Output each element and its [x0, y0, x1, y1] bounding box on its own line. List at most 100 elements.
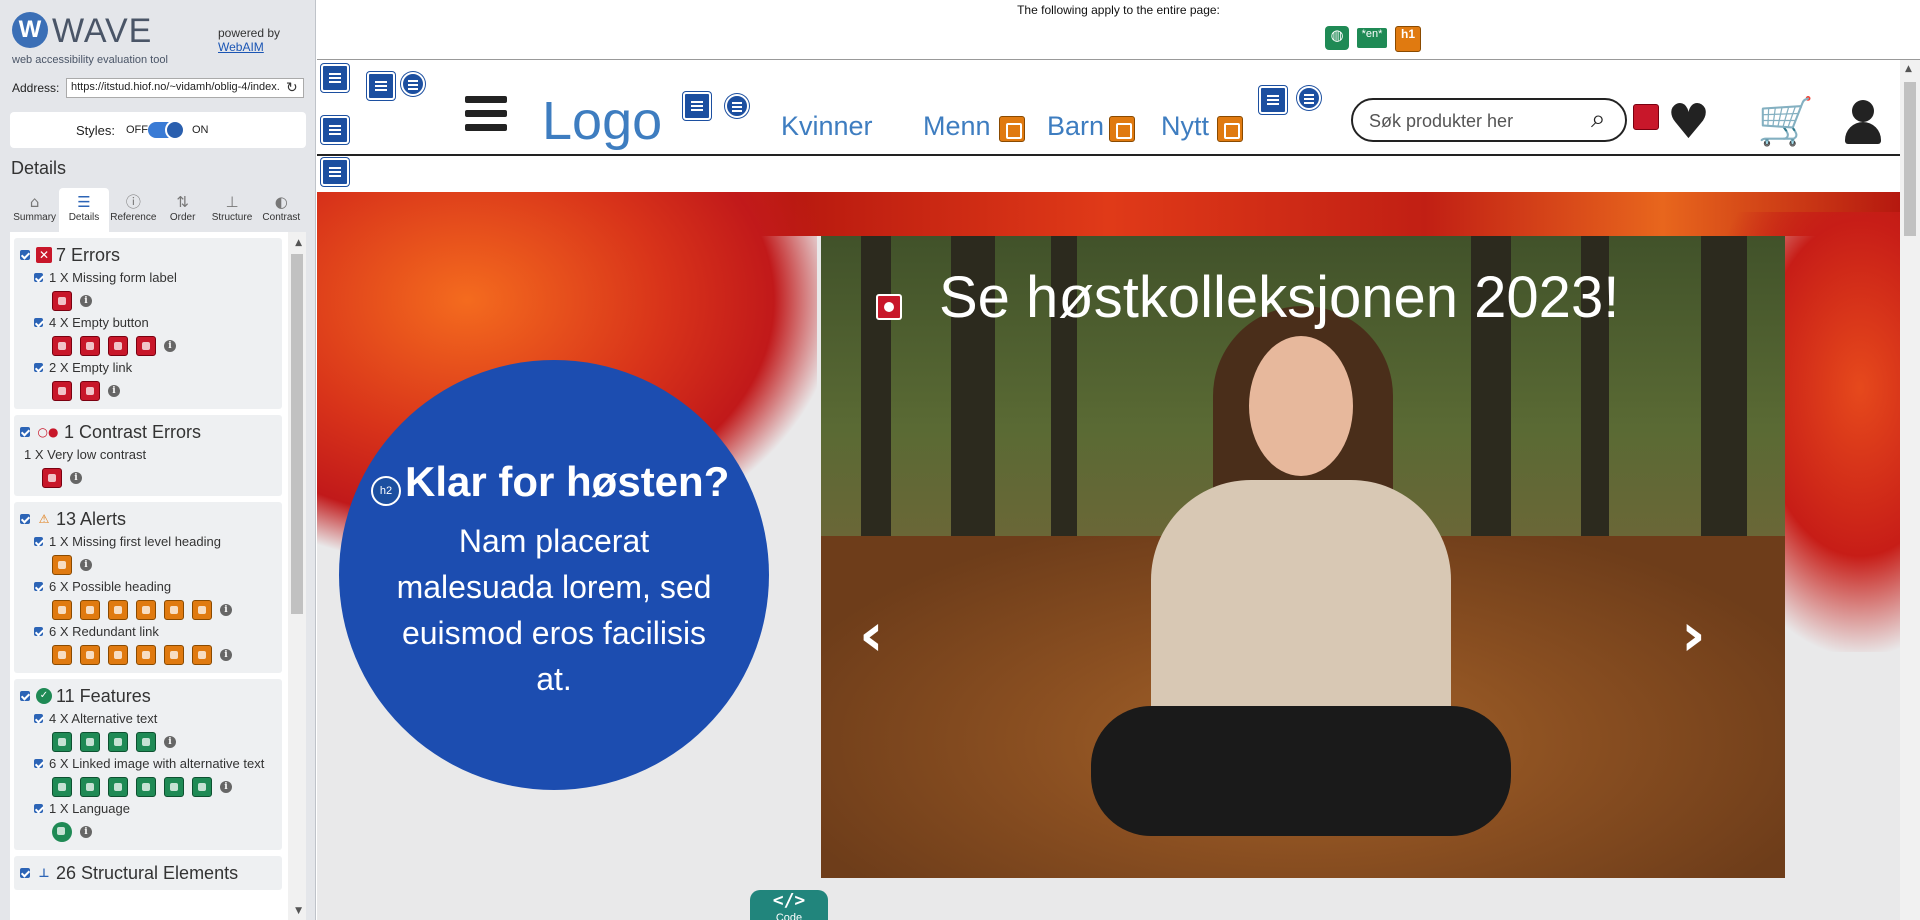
page-scrollbar[interactable]: ▲ — [1900, 60, 1920, 920]
search-input[interactable]: Søk produkter her — [1369, 111, 1513, 132]
header-region-icon[interactable] — [321, 64, 349, 92]
item-checkbox[interactable] — [34, 363, 43, 372]
category-checkbox[interactable] — [20, 514, 30, 524]
info-icon[interactable]: i — [70, 472, 82, 484]
missing-form-label-icon[interactable] — [1633, 104, 1659, 130]
list-icon[interactable] — [725, 94, 749, 118]
item-checkbox[interactable] — [34, 759, 43, 768]
possible-heading-icon[interactable] — [192, 600, 212, 620]
tab-details[interactable]: ☰ Details — [59, 188, 109, 232]
user-icon[interactable] — [1843, 100, 1883, 146]
scroll-down-icon[interactable]: ▼ — [295, 906, 302, 916]
category-checkbox[interactable] — [20, 427, 30, 437]
linked-image-alt-icon[interactable] — [108, 777, 128, 797]
missing-h1-icon[interactable] — [52, 555, 72, 575]
info-icon[interactable]: i — [164, 340, 176, 352]
linked-image-alt-icon[interactable] — [52, 777, 72, 797]
navigation-region-icon[interactable] — [321, 116, 349, 144]
navigation-region-icon[interactable] — [683, 92, 711, 120]
possible-heading-icon[interactable] — [108, 600, 128, 620]
redundant-link-icon[interactable] — [136, 645, 156, 665]
redundant-link-icon[interactable] — [1109, 116, 1135, 142]
language-badge[interactable]: *en* — [1357, 28, 1387, 48]
info-icon[interactable]: i — [108, 385, 120, 397]
alt-text-icon[interactable] — [136, 732, 156, 752]
language-globe-icon[interactable] — [52, 822, 72, 842]
navigation-region-icon[interactable] — [1259, 86, 1287, 114]
scroll-thumb[interactable] — [291, 254, 303, 614]
empty-button-icon[interactable] — [80, 336, 100, 356]
search-box[interactable]: Søk produkter her ⌕ — [1351, 98, 1627, 142]
panel-scrollbar[interactable]: ▲ ▼ — [288, 232, 306, 920]
info-icon[interactable]: i — [80, 295, 92, 307]
tab-order[interactable]: ⇅ Order — [158, 188, 207, 232]
very-low-contrast-icon[interactable] — [42, 468, 62, 488]
item-checkbox[interactable] — [34, 627, 43, 636]
empty-button-icon[interactable] — [108, 336, 128, 356]
info-icon[interactable]: i — [164, 736, 176, 748]
nav-link-barn[interactable]: Barn — [1047, 111, 1104, 142]
linked-image-alt-icon[interactable] — [192, 777, 212, 797]
info-icon[interactable]: i — [220, 649, 232, 661]
redundant-link-icon[interactable] — [108, 645, 128, 665]
list-icon[interactable] — [1297, 86, 1321, 110]
webaim-link[interactable]: WebAIM — [218, 40, 264, 54]
alt-text-icon[interactable] — [108, 732, 128, 752]
info-icon[interactable]: i — [220, 781, 232, 793]
category-checkbox[interactable] — [20, 691, 30, 701]
tab-contrast[interactable]: ◐ Contrast — [257, 188, 306, 232]
item-checkbox[interactable] — [34, 804, 43, 813]
nav-link-menn[interactable]: Menn — [923, 111, 991, 142]
styles-toggle[interactable] — [148, 120, 185, 140]
menu-button[interactable] — [465, 96, 507, 136]
possible-heading-icon[interactable] — [52, 600, 72, 620]
tab-structure[interactable]: ⊥ Structure — [207, 188, 256, 232]
carousel-next-button[interactable]: › — [1681, 600, 1706, 670]
reload-icon[interactable]: ↻ — [286, 80, 298, 96]
info-icon[interactable]: i — [80, 826, 92, 838]
empty-link-icon[interactable] — [52, 381, 72, 401]
missing-form-label-icon[interactable] — [52, 291, 72, 311]
scroll-thumb[interactable] — [1904, 82, 1916, 236]
cart-icon[interactable]: 🛒 — [1757, 94, 1814, 149]
carousel-prev-button[interactable]: ‹ — [859, 600, 884, 670]
redundant-link-icon[interactable] — [80, 645, 100, 665]
empty-link-icon[interactable] — [80, 381, 100, 401]
redundant-link-icon[interactable] — [999, 116, 1025, 142]
item-checkbox[interactable] — [34, 714, 43, 723]
alt-text-icon[interactable] — [52, 732, 72, 752]
heart-icon[interactable]: ♥ — [1667, 94, 1710, 150]
tab-summary[interactable]: ⌂ Summary — [10, 188, 59, 232]
missing-h1-badge[interactable]: h1 — [1395, 26, 1421, 52]
address-input[interactable]: https://itstud.hiof.no/~vidamh/oblig-4/i… — [66, 78, 304, 98]
linked-image-alt-icon[interactable] — [80, 777, 100, 797]
navigation-region-icon[interactable] — [367, 72, 395, 100]
tab-reference[interactable]: ⓘ Reference — [109, 188, 158, 232]
possible-heading-icon[interactable] — [80, 600, 100, 620]
redundant-link-icon[interactable] — [52, 645, 72, 665]
alt-text-icon[interactable] — [80, 732, 100, 752]
empty-button-icon[interactable] — [136, 336, 156, 356]
redundant-link-icon[interactable] — [1217, 116, 1243, 142]
possible-heading-icon[interactable] — [164, 600, 184, 620]
info-icon[interactable]: i — [80, 559, 92, 571]
item-checkbox[interactable] — [34, 273, 43, 282]
redundant-link-icon[interactable] — [164, 645, 184, 665]
list-icon[interactable] — [401, 72, 425, 96]
main-region-icon[interactable] — [321, 158, 349, 186]
item-checkbox[interactable] — [34, 582, 43, 591]
item-checkbox[interactable] — [34, 318, 43, 327]
category-checkbox[interactable] — [20, 250, 30, 260]
scroll-up-icon[interactable]: ▲ — [295, 238, 302, 248]
info-icon[interactable]: i — [220, 604, 232, 616]
linked-image-alt-icon[interactable] — [136, 777, 156, 797]
empty-button-icon[interactable] — [52, 336, 72, 356]
scroll-up-icon[interactable]: ▲ — [1905, 64, 1912, 74]
category-checkbox[interactable] — [20, 868, 30, 878]
contrast-error-icon[interactable] — [876, 294, 902, 320]
search-icon[interactable]: ⌕ — [1591, 104, 1606, 135]
language-globe-icon[interactable]: ◍ — [1325, 26, 1349, 50]
code-toggle-button[interactable]: </> Code — [750, 890, 828, 920]
item-checkbox[interactable] — [34, 537, 43, 546]
possible-heading-icon[interactable] — [136, 600, 156, 620]
